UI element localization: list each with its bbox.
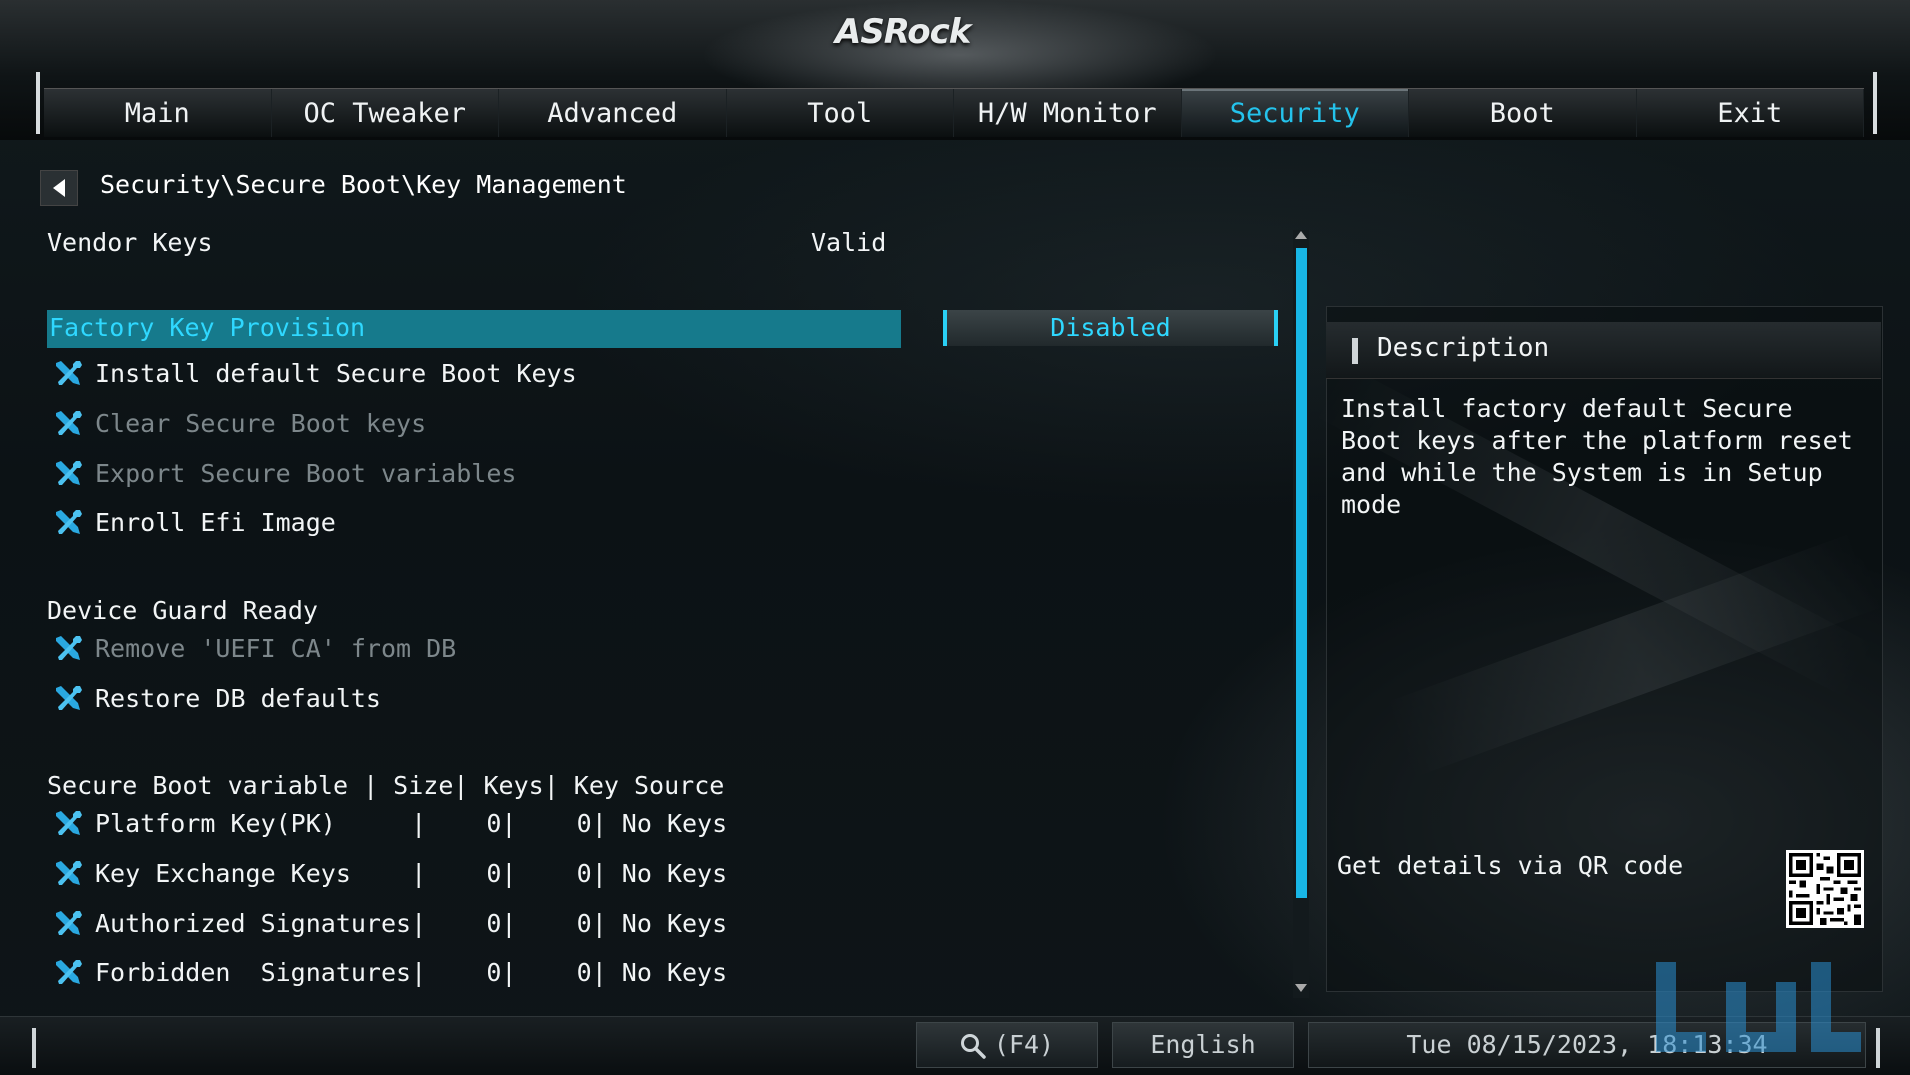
tab-boot[interactable]: Boot (1409, 89, 1637, 137)
tab-oc-tweaker[interactable]: OC Tweaker (272, 89, 499, 137)
action-label: Clear Secure Boot keys (95, 409, 427, 438)
back-button[interactable] (40, 170, 78, 206)
wrench-screwdriver-icon (56, 960, 82, 984)
variable-row-text: Key Exchange Keys | 0| 0| No Keys (95, 859, 728, 888)
back-arrow-icon (53, 179, 65, 197)
qr-code-label: Get details via QR code (1337, 851, 1684, 880)
action-label: Remove 'UEFI CA' from DB (95, 634, 457, 663)
vendor-keys-value: Valid (811, 228, 887, 257)
footer-left-cap (32, 1028, 36, 1068)
variables-table-header: Secure Boot variable | Size| Keys| Key S… (47, 771, 725, 800)
tab-security[interactable]: Security (1181, 89, 1409, 137)
action-label: Enroll Efi Image (95, 508, 336, 537)
factory-key-provision-label: Factory Key Provision (49, 313, 366, 342)
search-icon (960, 1034, 986, 1059)
variable-row-text: Platform Key(PK) | 0| 0| No Keys (95, 809, 728, 838)
watermark-logo (1656, 962, 1861, 1052)
action-label: Restore DB defaults (95, 684, 381, 713)
scroll-down-arrow-icon[interactable] (1295, 984, 1307, 992)
wrench-screwdriver-icon (56, 636, 82, 660)
search-shortcut-label: (F4) (993, 1030, 1055, 1059)
scroll-up-arrow-icon[interactable] (1295, 231, 1307, 239)
main-tab-bar: Main OC Tweaker Advanced Tool H/W Monito… (44, 88, 1864, 137)
action-label: Install default Secure Boot Keys (95, 359, 577, 388)
wrench-screwdriver-icon (56, 461, 82, 485)
search-button[interactable]: (F4) (916, 1022, 1098, 1068)
wrench-screwdriver-icon (56, 811, 82, 835)
vendor-keys-label: Vendor Keys (47, 228, 213, 257)
brand-logo: ASRock (835, 12, 971, 52)
description-header-marker (1352, 338, 1358, 364)
scrollbar-thumb[interactable] (1296, 248, 1307, 898)
description-title: Description (1377, 333, 1550, 363)
tab-hw-monitor[interactable]: H/W Monitor (954, 89, 1182, 137)
breadcrumb: Security\Secure Boot\Key Management (100, 170, 627, 199)
tabbar-left-cap (36, 72, 40, 134)
tab-main[interactable]: Main (44, 89, 272, 137)
description-text: Install factory default Secure Boot keys… (1341, 394, 1853, 519)
variable-row-text: Forbidden Signatures| 0| 0| No Keys (95, 958, 728, 987)
wrench-screwdriver-icon (56, 510, 82, 534)
wrench-screwdriver-icon (56, 361, 82, 385)
wrench-screwdriver-icon (56, 411, 82, 435)
wrench-screwdriver-icon (56, 861, 82, 885)
qr-code-image (1786, 850, 1864, 928)
factory-key-provision-dropdown[interactable]: Disabled (943, 310, 1278, 346)
tabbar-right-cap (1873, 72, 1877, 134)
wrench-screwdriver-icon (56, 911, 82, 935)
tab-exit[interactable]: Exit (1637, 89, 1864, 137)
wrench-screwdriver-icon (56, 686, 82, 710)
variable-row-text: Authorized Signatures| 0| 0| No Keys (95, 909, 728, 938)
device-guard-heading: Device Guard Ready (47, 596, 318, 625)
action-label: Export Secure Boot variables (95, 459, 517, 488)
tab-tool[interactable]: Tool (727, 89, 954, 137)
qr-code-icon (1789, 853, 1861, 925)
language-button[interactable]: English (1112, 1022, 1294, 1068)
tab-advanced[interactable]: Advanced (499, 89, 727, 137)
